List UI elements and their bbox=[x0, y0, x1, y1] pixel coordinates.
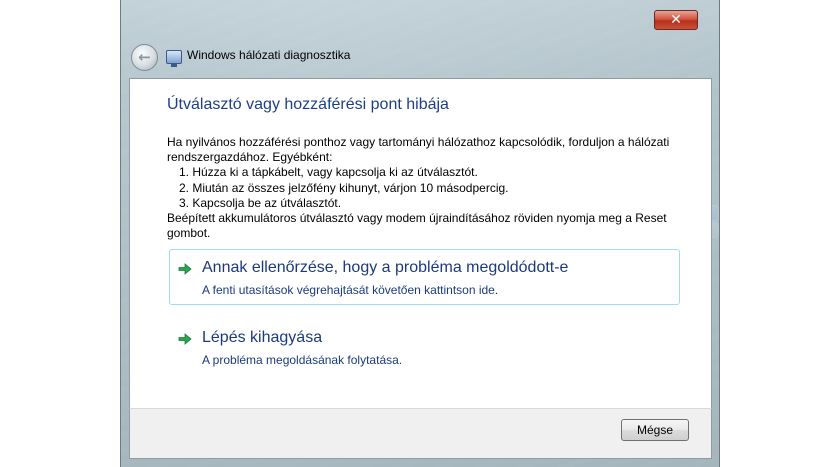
instruction-step-3: 3. Kapcsolja be az útválasztót. bbox=[179, 195, 342, 210]
instructions-intro: Ha nyilvános hozzáférési ponthoz vagy ta… bbox=[167, 135, 670, 165]
cancel-button[interactable]: Mégse bbox=[621, 419, 689, 441]
screenshot-stage: ✕ ← Windows hálózati diagnosztika Útvála… bbox=[0, 0, 819, 467]
skip-step-option[interactable]: Lépés kihagyása A probléma megoldásának … bbox=[169, 319, 680, 375]
network-diagnostics-icon bbox=[166, 50, 182, 67]
window-title: Windows hálózati diagnosztika bbox=[187, 48, 351, 62]
content-panel: Útválasztó vagy hozzáférési pont hibája … bbox=[129, 78, 712, 408]
option-title: Lépés kihagyása bbox=[202, 329, 323, 346]
dialog-footer: Mégse bbox=[129, 408, 712, 459]
option-description: A probléma megoldásának folytatása. bbox=[202, 353, 403, 367]
option-description: A fenti utasítások végrehajtását követőe… bbox=[202, 283, 499, 297]
window-titlebar: ← Windows hálózati diagnosztika bbox=[121, 38, 721, 78]
back-arrow-icon[interactable]: ← bbox=[131, 44, 158, 71]
instruction-step-2: 2. Miután az összes jelzőfény kihunyt, v… bbox=[179, 180, 509, 195]
check-problem-solved-option[interactable]: Annak ellenőrzése, hogy a probléma megol… bbox=[169, 249, 680, 305]
instructions-text: Ha nyilvános hozzáférési ponthoz vagy ta… bbox=[167, 135, 687, 241]
close-button[interactable]: ✕ bbox=[654, 10, 698, 30]
diagnostics-window: ✕ ← Windows hálózati diagnosztika Útvála… bbox=[120, 0, 720, 467]
option-title: Annak ellenőrzése, hogy a probléma megol… bbox=[202, 259, 569, 276]
green-arrow-icon bbox=[178, 332, 192, 346]
instructions-outro: Beépített akkumulátoros útválasztó vagy … bbox=[167, 211, 667, 241]
page-title: Útválasztó vagy hozzáférési pont hibája bbox=[167, 96, 449, 113]
green-arrow-icon bbox=[178, 262, 192, 276]
instruction-step-1: 1. Húzza ki a tápkábelt, vagy kapcsolja … bbox=[179, 165, 478, 180]
